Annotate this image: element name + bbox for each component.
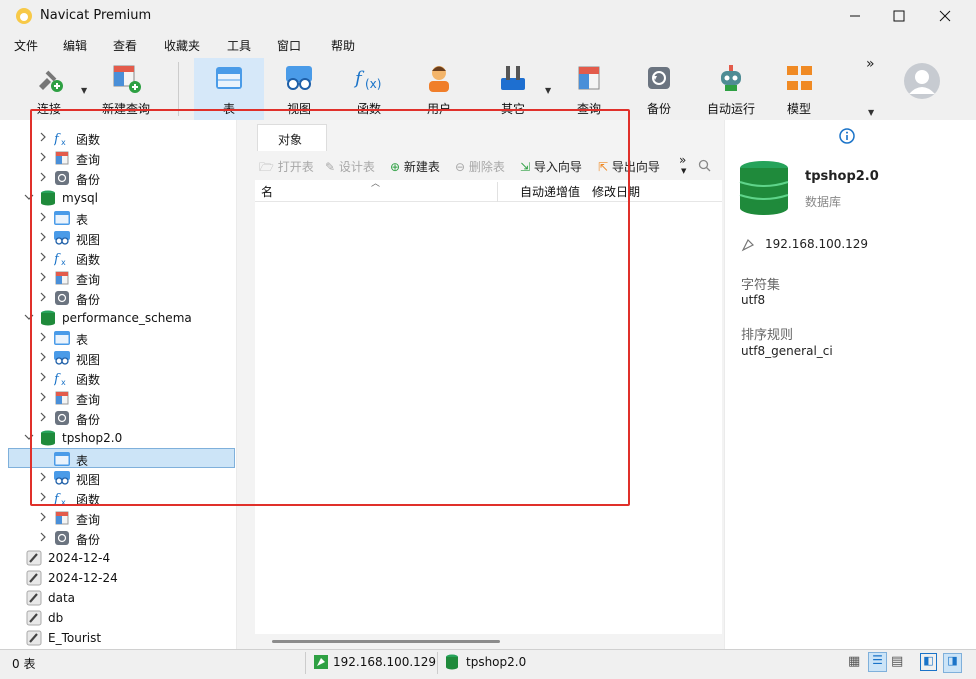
tree-item-label: 备份 [76,533,101,547]
tree-item-label: 查询 [76,513,101,527]
view-details-button[interactable]: ▤ [891,654,903,669]
robot-icon [721,65,741,91]
tree-item[interactable]: E_Tourist [0,628,236,648]
backup-button[interactable]: 备份 [630,58,688,120]
automation-button[interactable]: 自动运行 [702,58,760,120]
status-host: 192.168.100.129 [333,655,437,669]
chevron-right-icon[interactable] [38,531,48,543]
connection-icon [26,570,42,586]
status-db: tpshop2.0 [466,655,527,669]
maximize-button[interactable] [876,0,922,32]
connection-status-icon [314,655,328,669]
menu-favorites[interactable]: 收藏夹 [164,37,200,54]
host-icon [741,238,755,252]
backup-icon [648,67,670,89]
new-query-icon [113,65,141,93]
toggle-right-pane-button[interactable]: ◨ [943,653,962,673]
minimize-button[interactable] [832,0,878,32]
query-icon [578,66,600,90]
highlight-annotation [30,109,630,506]
user-icon [429,66,449,92]
backup-icon [54,530,70,546]
menu-file[interactable]: 文件 [14,37,38,54]
toolbar-divider [178,62,179,116]
menu-tools[interactable]: 工具 [227,37,251,54]
toggle-left-pane-button[interactable]: ◧ [920,653,937,671]
plug-icon [39,70,63,92]
avatar-icon[interactable] [903,62,941,100]
title-bar: Navicat Premium [0,0,976,32]
chevron-right-icon[interactable] [38,511,48,523]
info-icon[interactable] [839,128,855,144]
connection-icon [26,610,42,626]
svg-text:(x): (x) [365,77,381,91]
db-name: tpshop2.0 [805,169,879,184]
status-database-icon [446,654,458,670]
close-button[interactable] [922,0,968,32]
db-type: 数据库 [805,195,842,209]
menu-edit[interactable]: 编辑 [63,37,87,54]
menu-window[interactable]: 窗口 [277,37,301,54]
tree-item-label: E_Tourist [48,631,102,645]
object-toolbar-dropdown-icon[interactable]: ▼ [681,167,686,175]
tree-item-label: db [48,611,64,625]
toolbar-dropdown-icon[interactable]: ▼ [868,108,874,117]
close-icon [939,10,951,22]
query-icon [54,510,70,526]
menu-bar: 文件 编辑 查看 收藏夹 工具 窗口 帮助 [0,32,976,58]
model-icon [787,66,812,90]
table-icon [216,67,242,89]
tree-item[interactable]: db [0,608,236,628]
menu-help[interactable]: 帮助 [331,37,355,54]
tree-item[interactable]: 备份 [0,528,236,548]
menu-view[interactable]: 查看 [113,37,137,54]
tree-item[interactable]: 2024-12-4 [0,548,236,568]
object-toolbar-more[interactable]: » [679,153,686,167]
connection-icon [26,550,42,566]
other-dropdown-icon[interactable]: ▼ [545,86,551,95]
tree-item-label: data [48,591,76,605]
tree-item[interactable]: data [0,588,236,608]
view-icon [286,66,312,90]
view-list-button[interactable]: ☰ [868,652,887,672]
horizontal-scrollbar[interactable] [272,640,500,643]
status-count: 0 表 [12,657,36,671]
toolbar-more-button[interactable]: » [866,56,875,72]
tree-item-label: 2024-12-24 [48,571,118,585]
connect-dropdown-icon[interactable]: ▼ [81,86,87,95]
tools-icon [501,66,525,90]
minimize-icon [850,15,860,17]
function-icon: f (x) [353,68,381,91]
window-title: Navicat Premium [40,8,152,23]
tree-item-label: 2024-12-4 [48,551,111,565]
svg-text:f: f [353,68,365,89]
collation-value: utf8_general_ci [741,344,833,358]
info-panel: tpshop2.0 数据库 192.168.100.129 字符集 utf8 排… [725,120,976,649]
status-bar: 0 表 192.168.100.129 tpshop2.0 ▦ ☰ ▤ ◧ ◨ [0,649,976,679]
view-icons-button[interactable]: ▦ [848,654,860,669]
model-button[interactable]: 模型 [770,58,828,120]
database-large-icon [739,161,789,215]
collation-label: 排序规则 [741,328,794,343]
connection-icon [26,630,42,646]
search-icon[interactable] [698,159,711,172]
host-address: 192.168.100.129 [765,237,869,251]
navicat-logo-icon [16,8,32,24]
charset-label: 字符集 [741,278,781,293]
charset-value: utf8 [741,293,766,307]
tree-item[interactable]: 2024-12-24 [0,568,236,588]
connection-icon [26,590,42,606]
maximize-icon [893,10,905,22]
tree-item[interactable]: 查询 [0,508,236,528]
